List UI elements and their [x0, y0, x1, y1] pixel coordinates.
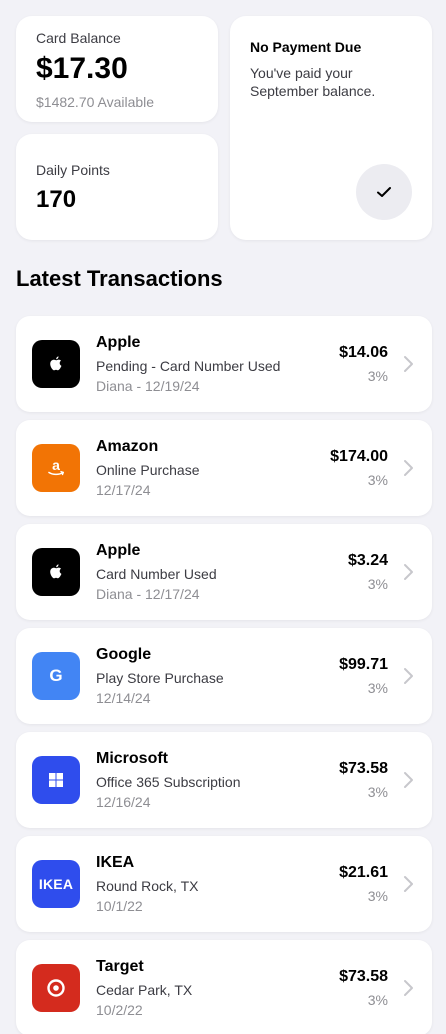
transaction-amount: $73.58: [339, 968, 388, 985]
amazon-logo-icon: a: [32, 444, 80, 492]
transaction-merchant: Apple: [96, 542, 141, 559]
transaction-cashback-percent: 3%: [367, 888, 388, 904]
target-logo-icon: [32, 964, 80, 1012]
transaction-cashback-percent: 3%: [367, 472, 388, 488]
daily-points-value: 170: [36, 186, 77, 213]
transaction-description: Cedar Park, TX: [96, 982, 193, 998]
chevron-right-icon: [404, 772, 413, 788]
payment-status-description: You've paid your September balance.: [250, 65, 376, 99]
transaction-merchant: Amazon: [96, 438, 159, 455]
chevron-right-icon: [404, 356, 413, 372]
transaction-merchant: Apple: [96, 334, 141, 351]
transaction-meta: 12/14/24: [96, 690, 151, 706]
transaction-row[interactable]: a Amazon Online Purchase 12/17/24 $174.0…: [16, 420, 432, 516]
transaction-meta: 12/16/24: [96, 794, 151, 810]
transaction-cashback-percent: 3%: [367, 368, 388, 384]
transaction-description: Pending - Card Number Used: [96, 358, 281, 374]
transaction-cashback-percent: 3%: [367, 992, 388, 1008]
ikea-logo-icon: IKEA: [32, 860, 80, 908]
transaction-merchant: Microsoft: [96, 750, 168, 767]
chevron-right-icon: [404, 460, 413, 476]
transaction-amount: $73.58: [339, 760, 388, 777]
card-balance-label: Card Balance: [36, 30, 121, 46]
latest-transactions-heading: Latest Transactions: [16, 266, 223, 291]
card-balance-value: $17.30: [36, 52, 128, 85]
transaction-cashback-percent: 3%: [367, 680, 388, 696]
apple-logo-icon: [32, 548, 80, 596]
chevron-right-icon: [404, 668, 413, 684]
apple-logo-icon: [32, 340, 80, 388]
transaction-merchant: Target: [96, 958, 144, 975]
transaction-row[interactable]: G Google Play Store Purchase 12/14/24 $9…: [16, 628, 432, 724]
ikea-logo-text: IKEA: [38, 876, 74, 892]
transaction-merchant: IKEA: [96, 854, 135, 871]
chevron-right-icon: [404, 876, 413, 892]
svg-text:a: a: [52, 457, 60, 473]
transaction-amount: $21.61: [339, 864, 388, 881]
transaction-amount: $174.00: [330, 448, 388, 465]
transaction-amount: $99.71: [339, 656, 388, 673]
chevron-right-icon: [404, 980, 413, 996]
transaction-row[interactable]: Target Cedar Park, TX 10/2/22 $73.58 3%: [16, 940, 432, 1034]
transaction-row[interactable]: Apple Card Number Used Diana - 12/17/24 …: [16, 524, 432, 620]
transaction-meta: 10/1/22: [96, 898, 143, 914]
transaction-meta: 12/17/24: [96, 482, 151, 498]
transaction-description: Office 365 Subscription: [96, 774, 241, 790]
daily-points-panel[interactable]: Daily Points 170: [16, 134, 218, 240]
transactions-list: Apple Pending - Card Number Used Diana -…: [16, 316, 432, 1034]
transaction-cashback-percent: 3%: [367, 576, 388, 592]
google-logo-icon: G: [32, 652, 80, 700]
transaction-amount: $3.24: [347, 552, 388, 569]
payment-status-panel[interactable]: No Payment Due You've paid your Septembe…: [230, 16, 432, 240]
transaction-description: Online Purchase: [96, 462, 200, 478]
transaction-meta: Diana - 12/19/24: [96, 378, 200, 394]
transaction-amount: $14.06: [339, 344, 388, 361]
card-balance-panel[interactable]: Card Balance $17.30 $1482.70 Available: [16, 16, 218, 122]
transaction-description: Round Rock, TX: [96, 878, 199, 894]
transaction-meta: 10/2/22: [96, 1002, 143, 1018]
google-logo-letter: G: [49, 666, 63, 685]
daily-points-label: Daily Points: [36, 162, 110, 178]
windows-logo-icon: [32, 756, 80, 804]
checkmark-icon: [356, 164, 412, 220]
transaction-row[interactable]: Microsoft Office 365 Subscription 12/16/…: [16, 732, 432, 828]
transaction-row[interactable]: Apple Pending - Card Number Used Diana -…: [16, 316, 432, 412]
transaction-description: Play Store Purchase: [96, 670, 224, 686]
transaction-merchant: Google: [96, 646, 152, 663]
transaction-description: Card Number Used: [96, 566, 217, 582]
transaction-meta: Diana - 12/17/24: [96, 586, 200, 602]
transaction-row[interactable]: IKEA IKEA Round Rock, TX 10/1/22 $21.61 …: [16, 836, 432, 932]
payment-status-title: No Payment Due: [250, 39, 362, 55]
chevron-right-icon: [404, 564, 413, 580]
transaction-cashback-percent: 3%: [367, 784, 388, 800]
available-credit: $1482.70 Available: [36, 94, 155, 110]
